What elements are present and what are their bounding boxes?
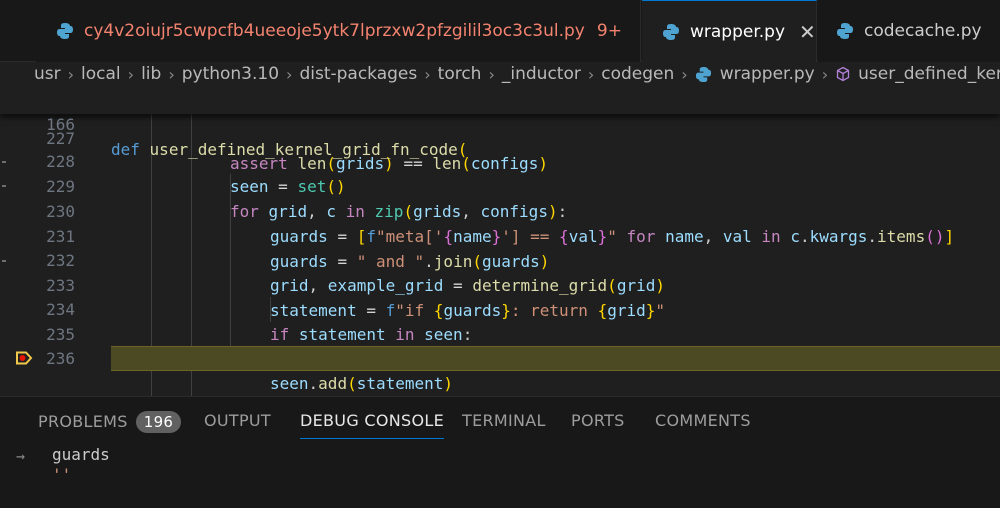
current-line-highlight [111, 346, 1000, 371]
code-line-230[interactable]: 230 guards = [f"meta['{name}'] == {val}"… [0, 174, 1000, 246]
code-line-231[interactable]: 231 guards = " and ".join(guards) [0, 199, 1000, 271]
tab-wrapper-py[interactable]: wrapper.py ✕ [642, 0, 817, 62]
code-editor[interactable]: 166 def user_defined_kernel_grid_fn_code… [0, 86, 1000, 396]
tab-ports[interactable]: PORTS [571, 411, 625, 430]
line-number: 166 [46, 115, 75, 134]
problems-count-badge: 196 [135, 411, 182, 433]
code-line-233[interactable]: 233 statement = f"if {guards}: return {g… [0, 248, 1000, 320]
chevron-right-icon: › [67, 64, 75, 84]
console-expression: guards [52, 445, 110, 464]
method-cube-icon [836, 66, 850, 82]
code-line-234[interactable]: 234 if statement in seen: [0, 272, 1000, 344]
sticky-scroll-header[interactable]: 166 def user_defined_kernel_grid_fn_code… [0, 86, 1000, 159]
close-icon[interactable]: ✕ [799, 20, 816, 44]
breadcrumb-item[interactable]: python3.10 [182, 64, 279, 84]
input-arrow-icon: → [16, 447, 26, 465]
python-icon [837, 23, 853, 39]
tab-debug-console[interactable]: DEBUG CONSOLE [300, 411, 445, 439]
tab-label: codecache.py [864, 21, 982, 41]
breadcrumb-item: wrapper.py [719, 64, 815, 84]
tab-terminal[interactable]: TERMINAL [462, 411, 546, 430]
tab-output[interactable]: OUTPUT [204, 411, 271, 430]
chevron-right-icon: › [424, 64, 431, 84]
breadcrumb-item[interactable]: usr [34, 64, 61, 84]
breadcrumb-file[interactable]: wrapper.py [695, 64, 815, 84]
tab-generated-file[interactable]: cy4v2oiujr5cwpcfb4ueeoje5ytk7lprzxw2pfzg… [36, 0, 641, 62]
tab-comments[interactable]: COMMENTS [655, 411, 751, 430]
breadcrumb-item[interactable]: codegen [601, 64, 674, 84]
tab-label: PROBLEMS [38, 412, 128, 431]
python-icon [695, 66, 711, 82]
chevron-right-icon: › [821, 64, 829, 84]
chevron-right-icon: › [168, 64, 175, 84]
debug-console-output[interactable]: → guards '' [0, 443, 1000, 508]
chevron-right-icon: › [488, 64, 495, 84]
breadcrumb-item[interactable]: lib [141, 64, 161, 84]
code-line-235[interactable]: 235 continue [0, 297, 1000, 369]
chevron-right-icon: › [286, 64, 293, 84]
chevron-right-icon: › [681, 64, 688, 84]
breadcrumb-symbol[interactable]: user_defined_kernel_grid_fn_code [835, 64, 1000, 84]
console-result: '' [52, 465, 72, 484]
tab-codecache-py[interactable]: codecache.py [818, 0, 1000, 62]
code-line-238[interactable]: 238 [0, 371, 1000, 396]
bottom-panel: PROBLEMS 196 OUTPUT DEBUG CONSOLE TERMINA… [0, 396, 1000, 508]
breakpoint-paused-icon[interactable] [15, 349, 33, 367]
breadcrumb-item[interactable]: local [81, 64, 121, 84]
breadcrumb-item[interactable]: _inductor [502, 64, 581, 84]
tab-label: cy4v2oiujr5cwpcfb4ueeoje5ytk7lprzxw2pfzg… [84, 21, 585, 41]
python-icon [663, 23, 679, 40]
code-line-232[interactable]: 232 grid, example_grid = determine_grid(… [0, 223, 1000, 295]
breadcrumb-item: user_defined_kernel_grid_fn_code [858, 64, 1000, 84]
code-line: def user_defined_kernel_grid_fn_code( [111, 140, 468, 159]
breadcrumb-item[interactable]: torch [438, 64, 482, 84]
chevron-right-icon: › [587, 64, 595, 84]
breadcrumb-item[interactable]: dist-packages [299, 64, 417, 84]
code-line-236[interactable]: 236 seen.add(statement) [0, 321, 1000, 393]
chevron-right-icon: › [127, 64, 135, 84]
panel-tab-bar: PROBLEMS 196 OUTPUT DEBUG CONSOLE TERMINA… [0, 397, 1000, 443]
code-line-237-current[interactable]: 237 writeline(statement, f"if {guards}: … [0, 346, 1000, 371]
editor-tab-bar: cy4v2oiujr5cwpcfb4ueeoje5ytk7lprzxw2pfzg… [0, 0, 1000, 62]
breadcrumb: usr › local › lib › python3.10 › dist-pa… [0, 62, 1000, 86]
problems-badge: 9+ [596, 21, 622, 41]
python-icon [57, 23, 73, 39]
tab-label: wrapper.py [690, 21, 786, 42]
tab-problems[interactable]: PROBLEMS 196 [38, 411, 182, 433]
